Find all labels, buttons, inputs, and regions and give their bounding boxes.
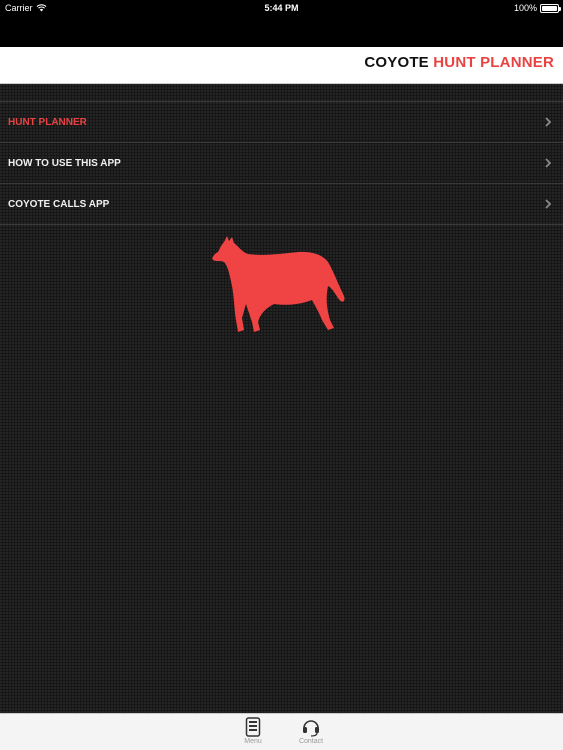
menu-item-how-to-use[interactable]: HOW TO USE THIS APP [0, 143, 563, 184]
tab-label: Contact [298, 738, 324, 745]
battery-fill [542, 5, 557, 11]
status-right: 100% [513, 3, 561, 13]
coyote-icon [212, 236, 345, 332]
app-title-hunt-planner: HUNT PLANNER [433, 54, 554, 71]
status-time: 5:44 PM [264, 3, 299, 13]
main-content: HUNT PLANNER HOW TO USE THIS APP COYOTE … [0, 84, 563, 713]
menu-item-label: COYOTE CALLS APP [8, 198, 110, 210]
top-band [0, 18, 563, 47]
tab-label: Menu [244, 738, 262, 745]
battery-percent: 100% [513, 3, 537, 13]
tab-contact[interactable]: Contact [289, 717, 333, 750]
menu-tab-icon [245, 717, 261, 737]
app-title: COYOTE HUNT PLANNER [364, 54, 554, 71]
chevron-right-icon [545, 158, 552, 168]
chevron-right-icon [545, 117, 552, 127]
tab-bar: Menu Contact [0, 713, 563, 750]
headset-icon [303, 720, 319, 737]
menu-item-hunt-planner[interactable]: HUNT PLANNER [0, 102, 563, 143]
menu-item-label: HUNT PLANNER [8, 116, 87, 128]
menu-item-coyote-calls[interactable]: COYOTE CALLS APP [0, 184, 563, 225]
battery-icon [540, 3, 561, 13]
menu-item-label: HOW TO USE THIS APP [8, 157, 121, 169]
app-header: COYOTE HUNT PLANNER [0, 47, 563, 84]
menu-list: HUNT PLANNER HOW TO USE THIS APP COYOTE … [0, 101, 563, 225]
app-title-coyote: COYOTE [364, 54, 434, 71]
chevron-right-icon [545, 199, 552, 209]
tab-menu[interactable]: Menu [231, 717, 275, 750]
status-bar: Carrier 5:44 PM 100% [0, 0, 563, 18]
